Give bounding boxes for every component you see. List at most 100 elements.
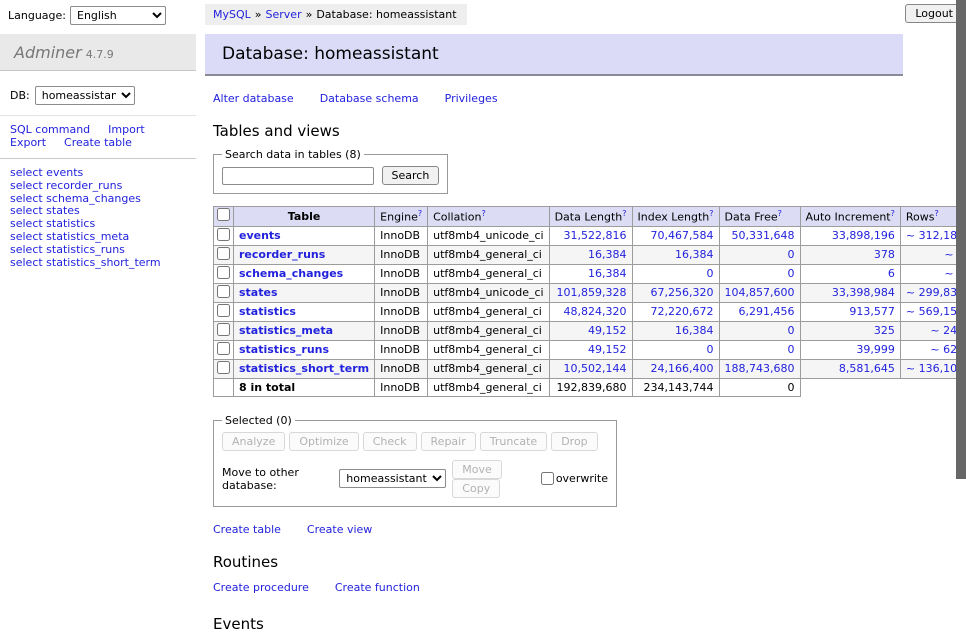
row-checkbox[interactable]	[217, 228, 230, 241]
copy-button[interactable]: Copy	[452, 479, 500, 498]
sidebar-link[interactable]: Import	[108, 123, 145, 136]
sidebar-link[interactable]: SQL command	[10, 123, 90, 136]
row-checkbox[interactable]	[217, 304, 230, 317]
search-button[interactable]: Search	[382, 166, 440, 185]
index-length-cell[interactable]: 67,256,320	[632, 283, 719, 302]
table-name-link[interactable]: statistics_meta	[239, 324, 333, 337]
table-name-link[interactable]: states	[239, 286, 278, 299]
breadcrumb-link[interactable]: MySQL	[213, 8, 251, 21]
move-db-select[interactable]: homeassistant	[339, 469, 446, 488]
data-length-cell[interactable]: 10,502,144	[549, 359, 632, 378]
table-name-link[interactable]: events	[239, 229, 281, 242]
data-length-cell[interactable]: 49,152	[549, 340, 632, 359]
data-free-cell[interactable]: 6,291,456	[719, 302, 800, 321]
action-link[interactable]: Privileges	[445, 92, 498, 105]
data-free-cell[interactable]: 0	[719, 245, 800, 264]
data-length-cell[interactable]: 49,152	[549, 321, 632, 340]
db-select[interactable]: homeassistant	[35, 86, 135, 105]
create-link[interactable]: Create view	[307, 523, 372, 536]
row-checkbox[interactable]	[217, 285, 230, 298]
action-link[interactable]: Database schema	[320, 92, 419, 105]
sidebar-table-link[interactable]: select statistics	[10, 217, 95, 230]
index-length-cell[interactable]: 16,384	[632, 245, 719, 264]
auto-increment-cell[interactable]: 325	[800, 321, 900, 340]
sidebar-link[interactable]: Create table	[64, 136, 132, 149]
app-name[interactable]: Adminer	[14, 43, 82, 62]
create-link[interactable]: Create function	[335, 581, 420, 594]
index-length-cell[interactable]: 70,467,584	[632, 226, 719, 245]
index-length-cell[interactable]: 24,166,400	[632, 359, 719, 378]
help-icon[interactable]: ?	[934, 209, 938, 218]
data-free-cell[interactable]: 0	[719, 321, 800, 340]
help-icon[interactable]: ?	[481, 209, 485, 218]
row-checkbox[interactable]	[217, 266, 230, 279]
table-name-cell: statistics	[234, 302, 375, 321]
data-length-cell[interactable]: 16,384	[549, 264, 632, 283]
language-select[interactable]: English	[70, 6, 166, 25]
index-length-cell[interactable]: 16,384	[632, 321, 719, 340]
scrollbar[interactable]	[956, 0, 966, 543]
index-length-cell[interactable]: 72,220,672	[632, 302, 719, 321]
auto-increment-cell[interactable]: 6	[800, 264, 900, 283]
table-name-link[interactable]: statistics_runs	[239, 343, 329, 356]
table-name-link[interactable]: schema_changes	[239, 267, 343, 280]
table-name-link[interactable]: statistics_short_term	[239, 362, 369, 375]
select-all-header	[214, 207, 234, 227]
row-checkbox[interactable]	[217, 361, 230, 374]
data-free-cell[interactable]: 0	[719, 264, 800, 283]
sidebar-table-link[interactable]: select events	[10, 166, 83, 179]
repair-button[interactable]: Repair	[421, 432, 476, 451]
help-icon[interactable]: ?	[778, 209, 782, 218]
drop-button[interactable]: Drop	[551, 432, 597, 451]
data-length-cell[interactable]: 101,859,328	[549, 283, 632, 302]
data-length-cell[interactable]: 31,522,816	[549, 226, 632, 245]
sidebar-table-link[interactable]: select statistics_meta	[10, 230, 129, 243]
table-name-link[interactable]: recorder_runs	[239, 248, 325, 261]
sidebar-table-link[interactable]: select recorder_runs	[10, 179, 122, 192]
help-icon[interactable]: ?	[622, 209, 626, 218]
data-length-cell[interactable]: 16,384	[549, 245, 632, 264]
sidebar-table-link[interactable]: select schema_changes	[10, 192, 141, 205]
table-name-link[interactable]: statistics	[239, 305, 296, 318]
table-row: statistics_metaInnoDButf8mb4_general_ci4…	[214, 321, 966, 340]
index-length-cell[interactable]: 0	[632, 264, 719, 283]
data-free-cell[interactable]: 0	[719, 340, 800, 359]
data-length-cell[interactable]: 48,824,320	[549, 302, 632, 321]
create-link[interactable]: Create table	[213, 523, 281, 536]
auto-increment-cell[interactable]: 8,581,645	[800, 359, 900, 378]
action-link[interactable]: Alter database	[213, 92, 294, 105]
create-link[interactable]: Create procedure	[213, 581, 309, 594]
select-all-checkbox[interactable]	[217, 208, 230, 221]
help-icon[interactable]: ?	[891, 209, 895, 218]
data-free-cell[interactable]: 50,331,648	[719, 226, 800, 245]
sidebar-table-link[interactable]: select statistics_short_term	[10, 256, 161, 269]
help-icon[interactable]: ?	[418, 209, 422, 218]
auto-increment-cell[interactable]: 378	[800, 245, 900, 264]
collation-cell: utf8mb4_unicode_ci	[428, 283, 549, 302]
row-checkbox[interactable]	[217, 342, 230, 355]
index-length-cell[interactable]: 0	[632, 340, 719, 359]
data-free-cell[interactable]: 104,857,600	[719, 283, 800, 302]
optimize-button[interactable]: Optimize	[289, 432, 358, 451]
sidebar-link[interactable]: Export	[10, 136, 46, 149]
sidebar-table-link[interactable]: select states	[10, 204, 80, 217]
row-checkbox[interactable]	[217, 247, 230, 260]
overwrite-checkbox[interactable]	[541, 472, 554, 485]
logout-button[interactable]: Logout	[905, 4, 963, 23]
row-checkbox[interactable]	[217, 323, 230, 336]
data-free-cell[interactable]: 188,743,680	[719, 359, 800, 378]
scrollbar-thumb[interactable]	[956, 0, 966, 479]
check-button[interactable]: Check	[363, 432, 417, 451]
breadcrumb-link[interactable]: Server	[266, 8, 302, 21]
auto-increment-cell[interactable]: 33,898,196	[800, 226, 900, 245]
overwrite-wrap: overwrite	[541, 472, 608, 485]
auto-increment-cell[interactable]: 913,577	[800, 302, 900, 321]
auto-increment-cell[interactable]: 33,398,984	[800, 283, 900, 302]
analyze-button[interactable]: Analyze	[222, 432, 285, 451]
search-input[interactable]	[222, 167, 374, 185]
move-button[interactable]: Move	[452, 460, 502, 479]
truncate-button[interactable]: Truncate	[480, 432, 547, 451]
auto-increment-cell[interactable]: 39,999	[800, 340, 900, 359]
sidebar-table-link[interactable]: select statistics_runs	[10, 243, 125, 256]
help-icon[interactable]: ?	[709, 209, 713, 218]
